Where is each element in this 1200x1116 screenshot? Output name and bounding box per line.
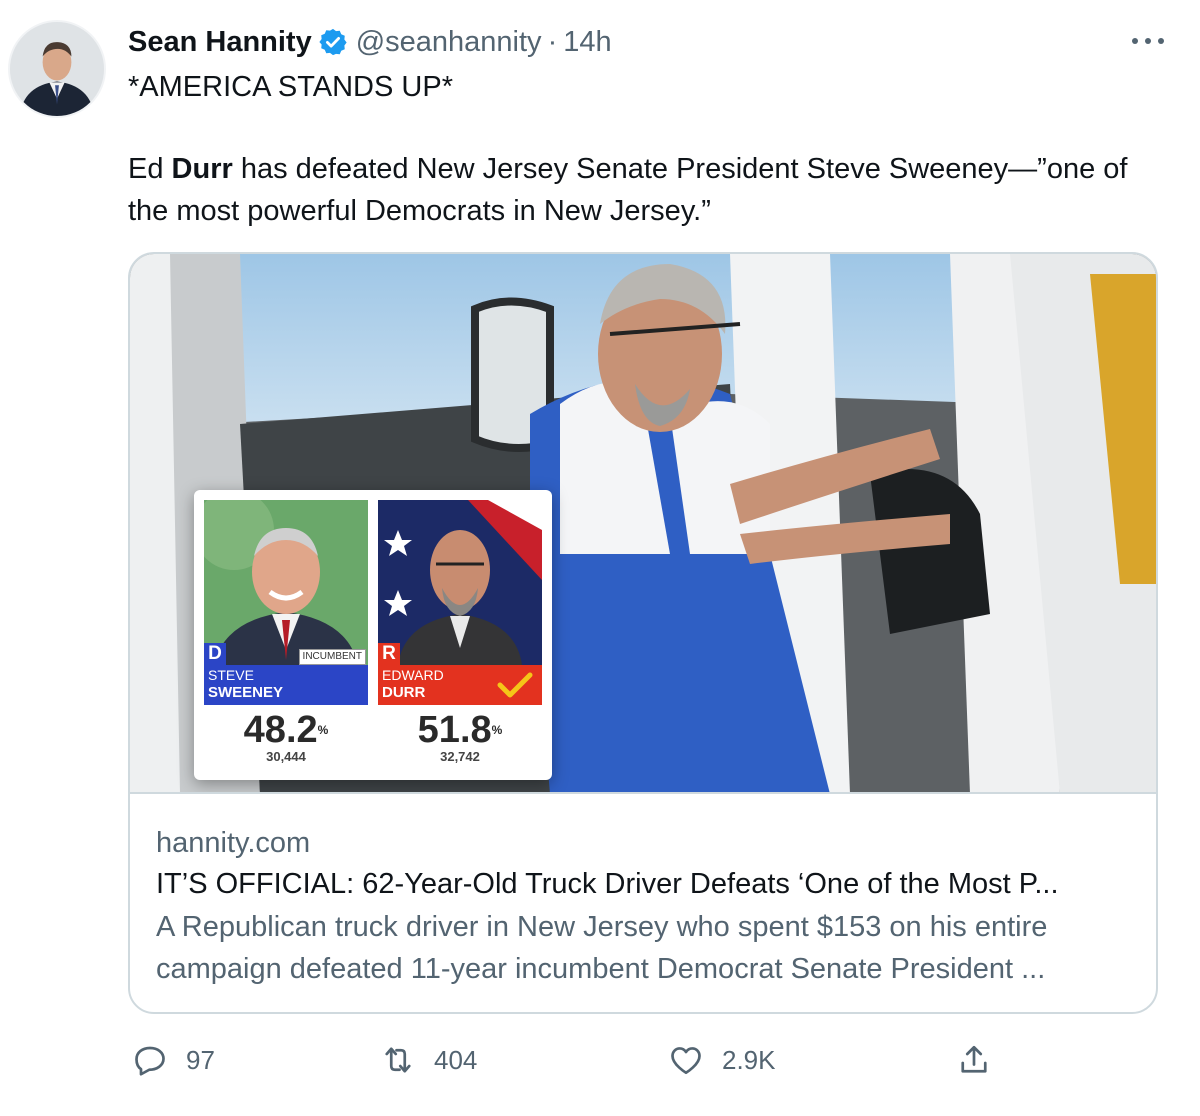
party-label-r: R bbox=[378, 643, 400, 665]
like-button[interactable]: 2.9K bbox=[668, 1034, 776, 1086]
like-count: 2.9K bbox=[722, 1044, 776, 1075]
card-title: IT’S OFFICIAL: 62-Year-Old Truck Driver … bbox=[156, 868, 1059, 900]
candidate-last-name: SWEENEY bbox=[208, 684, 284, 701]
retweet-button[interactable]: 404 bbox=[380, 1034, 477, 1086]
share-button[interactable] bbox=[956, 1034, 992, 1086]
card-domain: hannity.com bbox=[156, 827, 311, 859]
tweet-text-prefix: Ed bbox=[128, 153, 172, 185]
nameplate-sweeney: D INCUMBENT STEVE SWEENEY bbox=[204, 643, 368, 705]
card-description: A Republican truck driver in New Jersey … bbox=[156, 911, 1048, 985]
link-card[interactable]: D INCUMBENT STEVE SWEENEY R EDWARD DURR … bbox=[128, 252, 1158, 1014]
reply-button[interactable]: 97 bbox=[132, 1034, 215, 1086]
vote-count: 32,742 bbox=[440, 749, 480, 764]
candidate-photo-durr bbox=[378, 500, 542, 665]
tweet-text: *AMERICA STANDS UP* Ed Durr has defeated… bbox=[128, 66, 1168, 232]
result-durr: 51.8% 32,742 bbox=[378, 710, 542, 764]
card-image[interactable]: D INCUMBENT STEVE SWEENEY R EDWARD DURR … bbox=[130, 254, 1156, 794]
display-name[interactable]: Sean Hannity bbox=[128, 24, 312, 60]
tweet-actions: 97 404 2.9K bbox=[128, 1034, 1028, 1086]
candidate-last-name: DURR bbox=[382, 684, 426, 701]
share-icon bbox=[961, 1045, 987, 1073]
more-options-icon[interactable] bbox=[1126, 26, 1170, 56]
retweet-icon bbox=[385, 1047, 411, 1073]
tweet-header: Sean Hannity @seanhannity · 14h bbox=[128, 24, 612, 60]
avatar-photo bbox=[10, 22, 104, 116]
sweeney-portrait bbox=[204, 500, 368, 665]
percent-value: 51.8 bbox=[417, 709, 492, 751]
retweet-count: 404 bbox=[434, 1044, 478, 1075]
more-dot bbox=[1158, 38, 1164, 44]
tweet-paragraph-2: Ed Durr has defeated New Jersey Senate P… bbox=[128, 148, 1168, 232]
timestamp[interactable]: 14h bbox=[563, 24, 611, 60]
election-results-graphic: D INCUMBENT STEVE SWEENEY R EDWARD DURR … bbox=[194, 490, 552, 780]
durr-portrait bbox=[378, 500, 542, 665]
candidate-first-name: STEVE bbox=[208, 667, 254, 683]
checkmark-icon bbox=[497, 672, 533, 698]
card-info[interactable]: hannity.com IT’S OFFICIAL: 62-Year-Old T… bbox=[130, 796, 1156, 1012]
avatar[interactable] bbox=[8, 20, 106, 118]
heart-icon bbox=[671, 1047, 701, 1075]
handle[interactable]: @seanhannity bbox=[356, 24, 542, 60]
candidate-photo-sweeney bbox=[204, 500, 368, 665]
more-dot bbox=[1145, 38, 1151, 44]
reply-count: 97 bbox=[186, 1044, 215, 1075]
vote-count: 30,444 bbox=[266, 749, 306, 764]
more-dot bbox=[1132, 38, 1138, 44]
candidate-first-name: EDWARD bbox=[382, 667, 444, 683]
verified-badge-icon bbox=[319, 28, 347, 56]
incumbent-tag: INCUMBENT bbox=[298, 649, 366, 665]
party-label-d: D bbox=[204, 643, 226, 665]
tweet-line-1: *AMERICA STANDS UP* bbox=[128, 71, 453, 103]
tweet[interactable]: Sean Hannity @seanhannity · 14h *AMERICA… bbox=[0, 0, 1200, 1116]
percent-sign: % bbox=[317, 723, 329, 737]
percent-sign: % bbox=[491, 723, 503, 737]
tweet-text-rest: has defeated New Jersey Senate President… bbox=[128, 153, 1128, 227]
tweet-text-bold: Durr bbox=[171, 153, 233, 185]
reply-icon bbox=[135, 1046, 165, 1076]
separator-dot: · bbox=[547, 26, 558, 58]
percent-value: 48.2 bbox=[243, 709, 318, 751]
nameplate-durr: R EDWARD DURR bbox=[378, 643, 542, 705]
result-sweeney: 48.2% 30,444 bbox=[204, 710, 368, 764]
